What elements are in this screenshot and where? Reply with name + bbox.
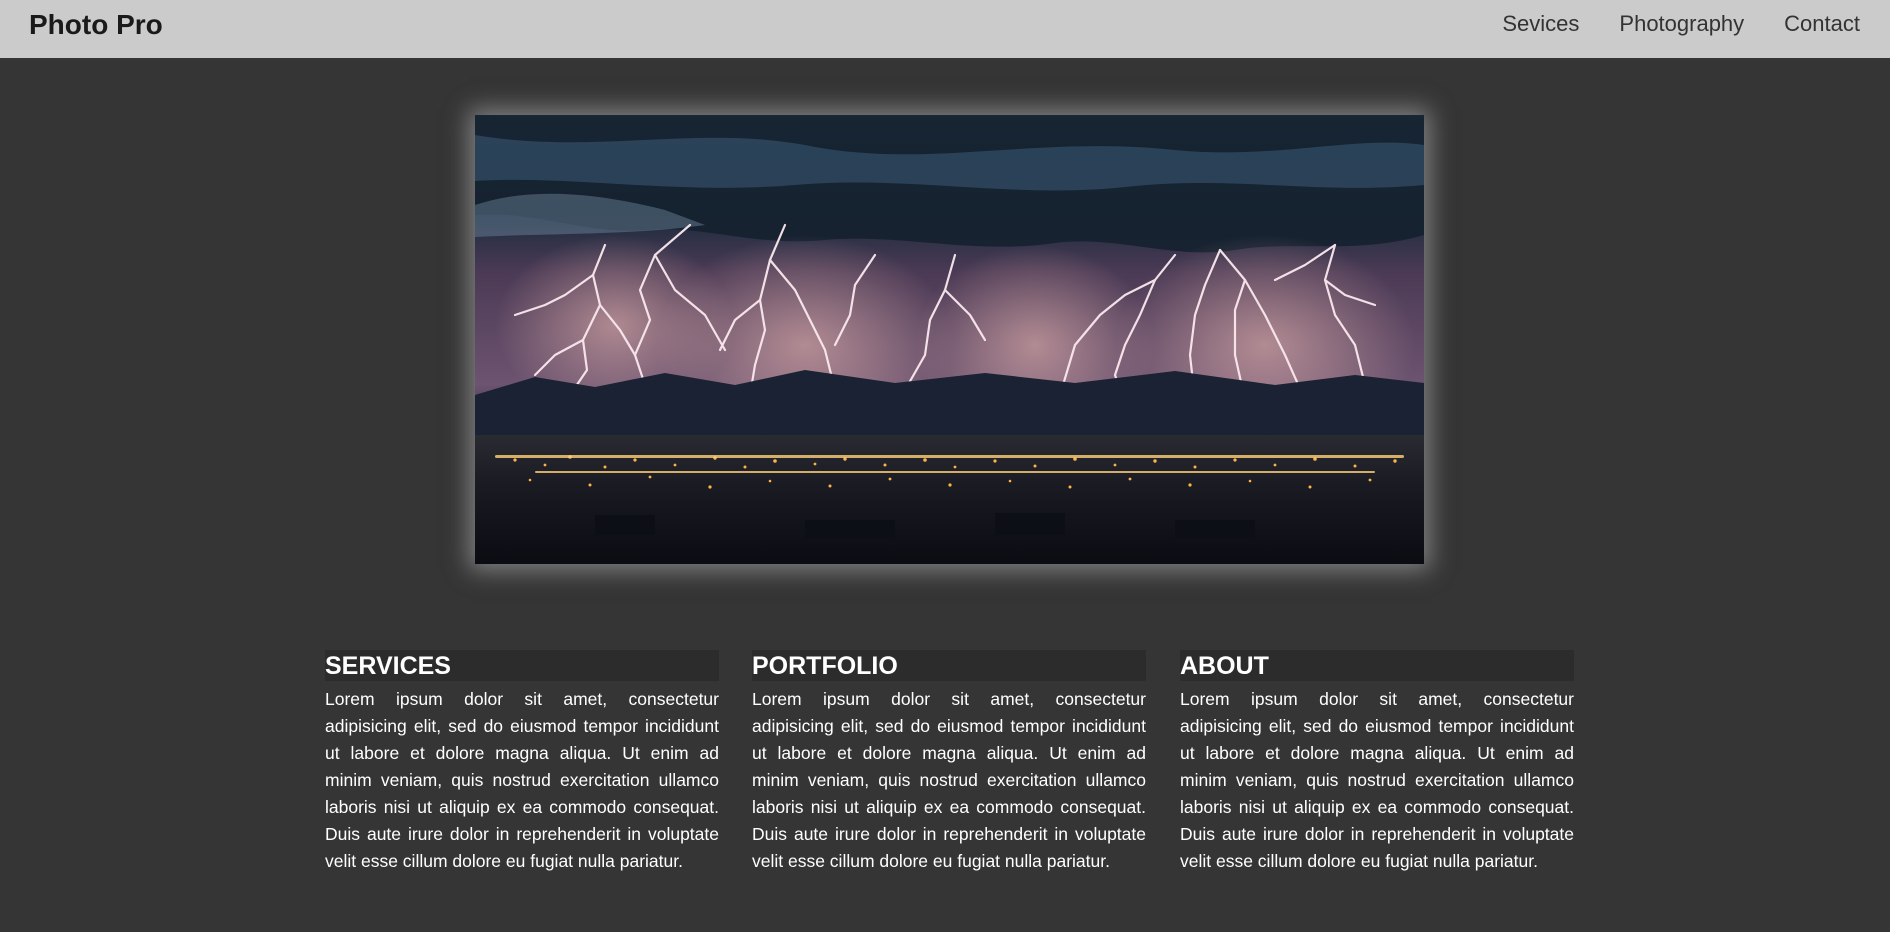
brand-logo-text[interactable]: Photo Pro xyxy=(29,9,163,41)
nav-link-services[interactable]: Sevices xyxy=(1502,11,1579,37)
about-section: ABOUT Lorem ipsum dolor sit amet, consec… xyxy=(1180,650,1574,875)
hero-image xyxy=(475,115,1424,564)
services-heading: SERVICES xyxy=(325,650,719,681)
nav-link-photography[interactable]: Photography xyxy=(1619,11,1744,37)
portfolio-section: PORTFOLIO Lorem ipsum dolor sit amet, co… xyxy=(752,650,1146,875)
nav-link-contact[interactable]: Contact xyxy=(1784,11,1860,37)
nav-links: Sevices Photography Contact xyxy=(1502,11,1860,37)
about-heading: ABOUT xyxy=(1180,650,1574,681)
services-section: SERVICES Lorem ipsum dolor sit amet, con… xyxy=(325,650,719,875)
portfolio-heading: PORTFOLIO xyxy=(752,650,1146,681)
portfolio-body: Lorem ipsum dolor sit amet, consectetur … xyxy=(752,689,1146,871)
services-body: Lorem ipsum dolor sit amet, consectetur … xyxy=(325,689,719,871)
about-body: Lorem ipsum dolor sit amet, consectetur … xyxy=(1180,689,1574,871)
lightning-storm-image xyxy=(475,115,1424,564)
top-navbar: Photo Pro Sevices Photography Contact xyxy=(0,0,1890,58)
